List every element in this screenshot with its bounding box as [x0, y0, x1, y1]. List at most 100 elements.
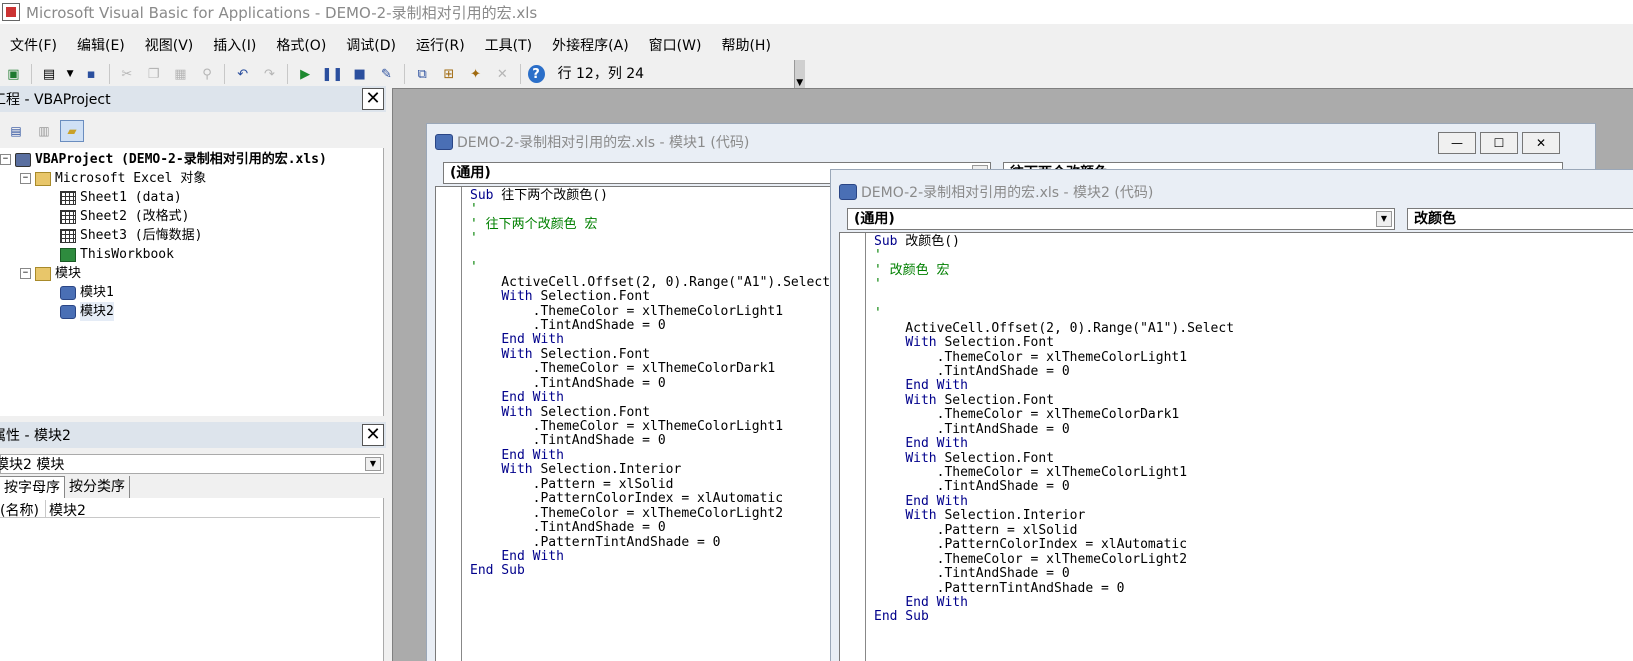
tree-node-sheet1[interactable]: Sheet1 (data) — [60, 188, 182, 207]
code-line[interactable]: ' — [470, 260, 830, 275]
code-line[interactable]: .PatternColorIndex = xlAutomatic — [470, 491, 830, 506]
property-value[interactable]: 模块2 — [46, 500, 86, 519]
tree-node-thisworkbook[interactable]: ThisWorkbook — [60, 245, 174, 264]
code-line[interactable]: ' 改颜色 宏 — [874, 263, 1234, 278]
object-browser-icon[interactable]: ✦ — [465, 63, 486, 85]
code-line[interactable] — [470, 247, 830, 261]
undo-icon[interactable]: ↶ — [232, 63, 253, 85]
code-line[interactable]: Sub 往下两个改颜色() — [470, 188, 830, 203]
cut-icon[interactable]: ✂ — [117, 63, 138, 85]
code-line[interactable]: .ThemeColor = xlThemeColorLight1 — [470, 304, 830, 319]
code-line[interactable]: End With — [874, 379, 1234, 393]
code-line[interactable]: .ThemeColor = xlThemeColorLight1 — [470, 419, 830, 434]
code-line[interactable]: .TintAndShade = 0 — [874, 479, 1234, 494]
properties-pane-close-button[interactable]: ✕ — [362, 424, 384, 446]
project-explorer-icon[interactable]: ⧉ — [412, 63, 433, 85]
code-line[interactable]: End With — [470, 448, 830, 463]
code-line[interactable]: .TintAndShade = 0 — [874, 364, 1234, 379]
toolbox-icon[interactable]: ✕ — [492, 63, 513, 85]
run-icon[interactable]: ▶ — [295, 63, 316, 85]
code-line[interactable]: End With — [470, 333, 830, 347]
code-line[interactable]: With Selection.Font — [874, 335, 1234, 350]
code-line[interactable]: .ThemeColor = xlThemeColorLight2 — [470, 506, 830, 521]
code-line[interactable]: .TintAndShade = 0 — [470, 520, 830, 535]
code-line[interactable]: With Selection.Interior — [874, 508, 1234, 523]
menu-file[interactable]: 文件(F) — [0, 35, 67, 55]
menu-help[interactable]: 帮助(H) — [711, 35, 780, 55]
code-text[interactable]: Sub 往下两个改颜色() ' ' 往下两个改颜色 宏 ' ' ActiveCell.… — [470, 188, 830, 579]
code-line[interactable]: ActiveCell.Offset(2, 0).Range("A1").Sele… — [874, 321, 1234, 336]
save-icon[interactable]: ▪ — [81, 63, 102, 85]
code-line[interactable]: ' — [874, 278, 1234, 292]
code-line[interactable]: .ThemeColor = xlThemeColorDark1 — [470, 361, 830, 376]
tree-node-modules[interactable]: − 模块 — [20, 264, 81, 283]
code-line[interactable]: ' — [874, 306, 1234, 321]
menu-view[interactable]: 视图(V) — [135, 35, 204, 55]
code-line[interactable]: .PatternTintAndShade = 0 — [874, 581, 1234, 596]
code-line[interactable]: ActiveCell.Offset(2, 0).Range("A1").Sele… — [470, 275, 830, 290]
copy-icon[interactable]: ❐ — [143, 63, 164, 85]
view-code-icon[interactable]: ▤ — [4, 120, 28, 142]
code-line[interactable]: Sub 改颜色() — [874, 234, 1234, 249]
properties-object-combo[interactable]: 模块2 模块 ▼ — [0, 454, 384, 474]
code-text[interactable]: Sub 改颜色() ' ' 改颜色 宏 ' ' ActiveCell.Offset(2… — [874, 234, 1234, 625]
code-line[interactable]: ' — [470, 203, 830, 217]
tree-node-module2[interactable]: 模块2 — [60, 302, 114, 321]
code-line[interactable]: .ThemeColor = xlThemeColorLight1 — [874, 350, 1234, 365]
code-line[interactable]: .TintAndShade = 0 — [470, 433, 830, 448]
code-line[interactable]: With Selection.Font — [470, 347, 830, 362]
code-editor[interactable]: Sub 改颜色() ' ' 改颜色 宏 ' ' ActiveCell.Offset(2… — [839, 232, 1633, 661]
stop-icon[interactable]: ■ — [349, 63, 370, 85]
collapse-icon[interactable]: − — [20, 268, 31, 279]
menu-insert[interactable]: 插入(I) — [203, 35, 266, 55]
code-line[interactable]: End With — [874, 436, 1234, 451]
object-combo[interactable]: (通用) ▼ — [847, 208, 1395, 230]
maximize-button[interactable]: ☐ — [1480, 132, 1518, 154]
code-line[interactable]: .Pattern = xlSolid — [470, 477, 830, 492]
code-line[interactable]: End Sub — [470, 564, 830, 578]
code-line[interactable]: .PatternTintAndShade = 0 — [470, 535, 830, 550]
collapse-icon[interactable]: − — [20, 173, 31, 184]
code-line[interactable]: End Sub — [874, 610, 1234, 624]
code-line[interactable]: With Selection.Font — [874, 393, 1234, 408]
menu-debug[interactable]: 调试(D) — [336, 35, 406, 55]
chevron-down-icon[interactable]: ▼ — [1376, 211, 1392, 227]
code-line[interactable]: End With — [874, 494, 1234, 509]
menu-window[interactable]: 窗口(W) — [639, 35, 712, 55]
pause-icon[interactable]: ❚❚ — [322, 63, 344, 85]
code-line[interactable]: End With — [470, 549, 830, 564]
code-line[interactable] — [874, 293, 1234, 307]
toggle-folders-icon[interactable]: ▰ — [60, 120, 84, 142]
code-line[interactable]: .PatternColorIndex = xlAutomatic — [874, 537, 1234, 552]
tab-categorized[interactable]: 按分类序 — [65, 476, 130, 498]
tree-node-vbaproject[interactable]: − VBAProject (DEMO-2-录制相对引用的宏.xls) — [0, 150, 327, 169]
tree-node-excel-objects[interactable]: − Microsoft Excel 对象 — [20, 169, 206, 188]
tree-node-module1[interactable]: 模块1 — [60, 283, 114, 302]
code-line[interactable]: End With — [470, 390, 830, 405]
code-line[interactable]: .ThemeColor = xlThemeColorLight1 — [874, 465, 1234, 480]
chevron-down-icon[interactable]: ▼ — [65, 63, 74, 85]
menu-tools[interactable]: 工具(T) — [475, 35, 542, 55]
procedure-combo[interactable]: 改颜色 — [1407, 208, 1633, 230]
menu-run[interactable]: 运行(R) — [406, 35, 475, 55]
view-excel-icon[interactable]: ▣ — [3, 63, 24, 85]
code-line[interactable]: .Pattern = xlSolid — [874, 523, 1234, 538]
property-row[interactable]: (名称) 模块2 — [0, 500, 380, 519]
view-object-icon[interactable]: ▥ — [32, 120, 56, 142]
code-line[interactable]: .TintAndShade = 0 — [470, 376, 830, 391]
margin-indicator-bar[interactable] — [840, 233, 866, 661]
code-line[interactable]: .TintAndShade = 0 — [874, 422, 1234, 437]
code-line[interactable]: .TintAndShade = 0 — [874, 566, 1234, 581]
close-button[interactable]: ✕ — [1522, 132, 1560, 154]
margin-indicator-bar[interactable] — [436, 187, 462, 661]
menu-addins[interactable]: 外接程序(A) — [542, 35, 639, 55]
code-line[interactable]: With Selection.Font — [470, 289, 830, 304]
code-line[interactable]: End With — [874, 595, 1234, 610]
find-icon[interactable]: ⚲ — [197, 63, 218, 85]
redo-icon[interactable]: ↷ — [259, 63, 280, 85]
code-line[interactable]: .ThemeColor = xlThemeColorLight2 — [874, 552, 1234, 567]
insert-userform-icon[interactable]: ▤ — [39, 63, 60, 85]
code-window-module2[interactable]: DEMO-2-录制相对引用的宏.xls - 模块2 (代码) (通用) ▼ 改颜… — [830, 169, 1633, 661]
code-line[interactable]: ' — [874, 249, 1234, 263]
menu-format[interactable]: 格式(O) — [266, 35, 336, 55]
